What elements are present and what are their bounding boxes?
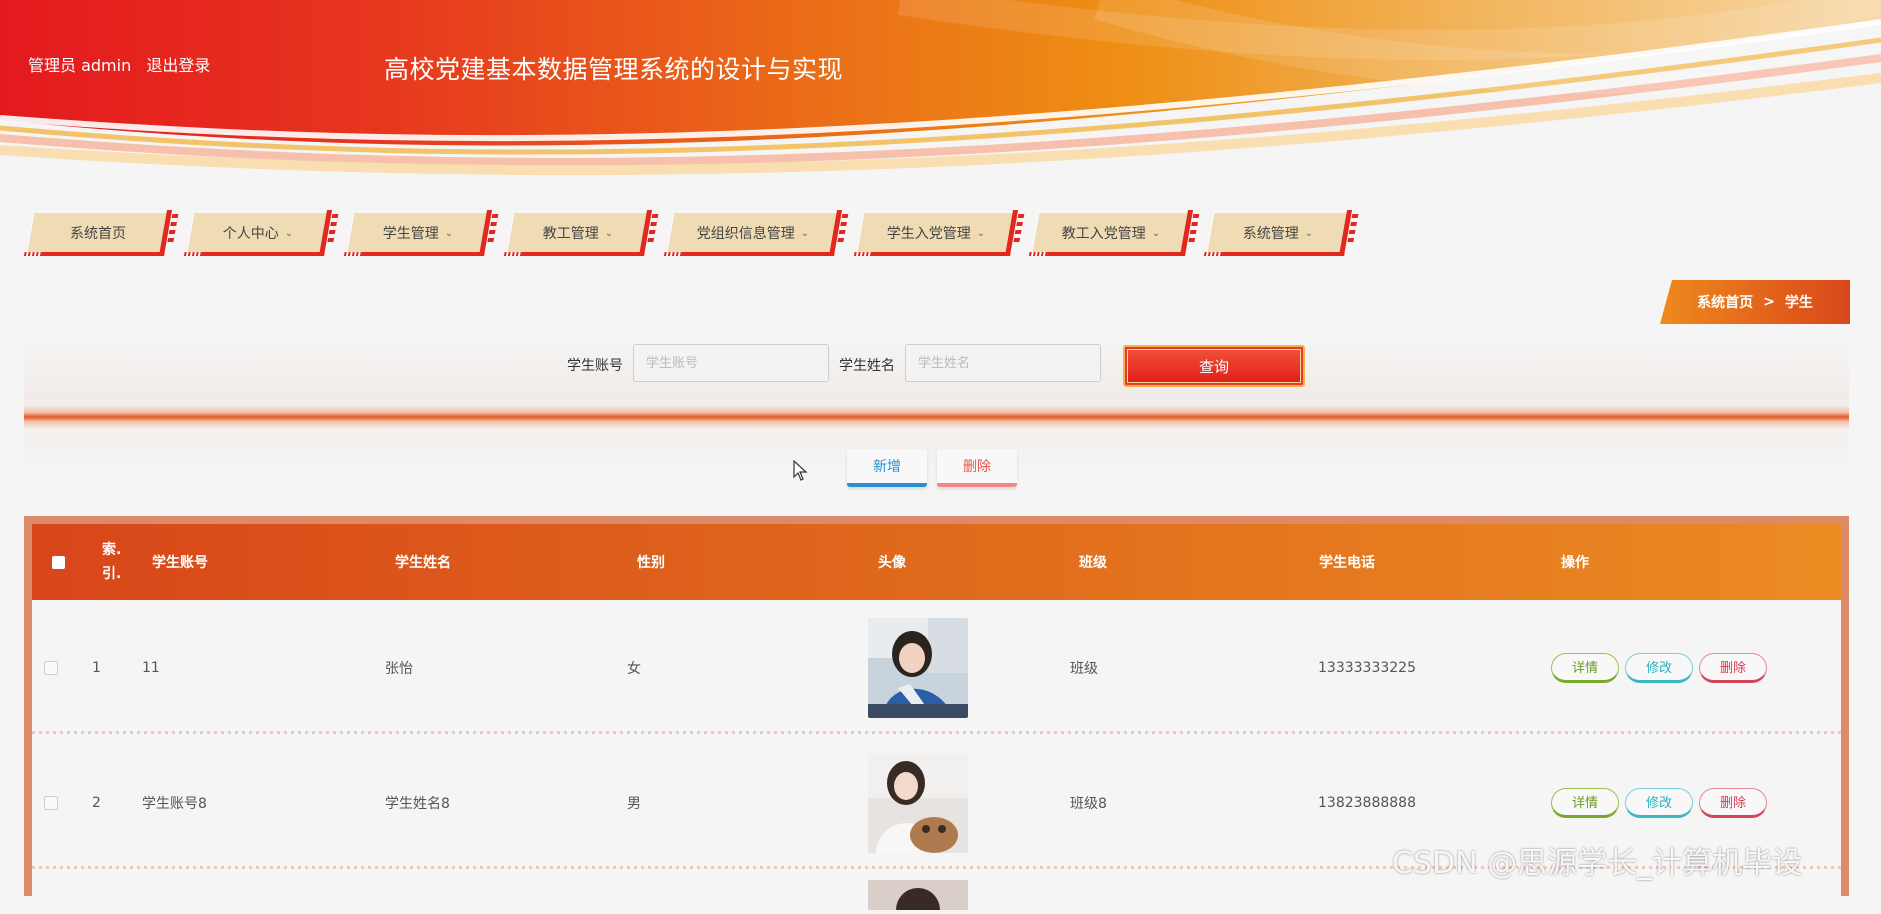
column-header-ops: 操作 bbox=[1561, 555, 1589, 571]
cell-name: 张怡 bbox=[385, 660, 413, 677]
nav-item-label: 系统管理 bbox=[1242, 226, 1299, 242]
student-name-label: 学生姓名 bbox=[839, 358, 895, 374]
site-title: 高校党建基本数据管理系统的设计与实现 bbox=[384, 55, 844, 84]
detail-button[interactable]: 详情 bbox=[1551, 652, 1619, 683]
chevron-down-icon: ⌄ bbox=[976, 227, 986, 239]
student-account-label: 学生账号 bbox=[567, 358, 623, 374]
row-checkbox[interactable] bbox=[44, 600, 58, 735]
chevron-down-icon: ⌄ bbox=[284, 227, 294, 239]
column-header-index: 索. 引. bbox=[102, 542, 122, 582]
nav-item-student-party-joining[interactable]: 学生入党管理 ⌄ bbox=[853, 210, 1019, 256]
cell-avatar bbox=[868, 880, 968, 914]
breadcrumb-separator: > bbox=[1763, 294, 1775, 310]
row-checkbox[interactable] bbox=[44, 735, 58, 870]
table-row: 1 11 张怡 女 班级 13333333225 详情 修改 删除 bbox=[32, 600, 1841, 735]
cell-avatar bbox=[868, 600, 968, 735]
user-area: 管理员 admin 退出登录 bbox=[28, 52, 220, 76]
nav-item-label: 系统首页 bbox=[70, 226, 126, 242]
nav-item-student-management[interactable]: 学生管理 ⌄ bbox=[343, 210, 493, 256]
chevron-down-icon: ⌄ bbox=[604, 227, 614, 239]
nav-item-label: 党组织信息管理 bbox=[696, 226, 795, 242]
cell-account: 11 bbox=[142, 659, 160, 676]
watermark: CSDN @思源学长_计算机毕设 bbox=[1392, 846, 1803, 881]
chevron-down-icon: ⌄ bbox=[800, 227, 810, 239]
select-all-checkbox[interactable] bbox=[52, 524, 65, 600]
column-header-class: 班级 bbox=[1079, 555, 1107, 571]
nav-item-personal-center[interactable]: 个人中心 ⌄ bbox=[183, 210, 333, 256]
nav-item-label: 学生管理 bbox=[382, 226, 439, 242]
chevron-down-icon: ⌄ bbox=[444, 227, 454, 239]
column-header-phone: 学生电话 bbox=[1319, 555, 1375, 571]
breadcrumb: 系统首页 > 学生 bbox=[1660, 280, 1850, 324]
cell-ops: 详情 修改 删除 bbox=[1551, 600, 1773, 735]
column-header-gender: 性别 bbox=[637, 555, 665, 571]
cell-account: 学生账号8 bbox=[142, 795, 207, 812]
delete-button[interactable]: 删除 bbox=[1699, 787, 1767, 818]
nav-item-label: 教工入党管理 bbox=[1061, 226, 1146, 242]
edit-button[interactable]: 修改 bbox=[1625, 652, 1693, 683]
table-header: 索. 引. 学生账号 学生姓名 性别 头像 班级 学生电话 操作 bbox=[32, 524, 1841, 600]
nav-item-label: 学生入党管理 bbox=[886, 226, 971, 242]
delete-button[interactable]: 删除 bbox=[1699, 652, 1767, 683]
mouse-cursor-icon bbox=[793, 460, 808, 481]
banner-wave-decoration bbox=[0, 0, 1881, 185]
student-account-input[interactable] bbox=[633, 344, 829, 382]
cell-avatar bbox=[868, 735, 968, 870]
edit-button[interactable]: 修改 bbox=[1625, 787, 1693, 818]
cell-gender: 女 bbox=[627, 660, 641, 677]
breadcrumb-current: 学生 bbox=[1784, 295, 1813, 311]
nav-item-party-org-management[interactable]: 党组织信息管理 ⌄ bbox=[663, 210, 843, 256]
student-avatar-image bbox=[868, 752, 968, 853]
student-avatar-image bbox=[868, 617, 968, 718]
decorative-divider bbox=[24, 405, 1849, 429]
nav-item-staff-management[interactable]: 教工管理 ⌄ bbox=[503, 210, 653, 256]
add-button[interactable]: 新增 bbox=[847, 449, 927, 487]
logout-link[interactable]: 退出登录 bbox=[146, 56, 210, 75]
cell-index: 1 bbox=[92, 659, 101, 676]
cell-phone: 13333333225 bbox=[1318, 659, 1416, 676]
column-header-name: 学生姓名 bbox=[395, 555, 451, 571]
cell-gender: 男 bbox=[627, 795, 641, 812]
detail-button[interactable]: 详情 bbox=[1551, 787, 1619, 818]
column-header-account: 学生账号 bbox=[152, 555, 208, 571]
chevron-down-icon: ⌄ bbox=[1151, 227, 1161, 239]
cell-class: 班级 bbox=[1070, 660, 1098, 677]
student-avatar-image bbox=[868, 880, 968, 914]
cell-index: 2 bbox=[92, 794, 101, 811]
chevron-down-icon: ⌄ bbox=[1304, 227, 1314, 239]
nav-item-home[interactable]: 系统首页 bbox=[23, 210, 173, 256]
row-divider bbox=[32, 731, 1841, 734]
nav-item-label: 教工管理 bbox=[542, 226, 599, 242]
top-nav: 系统首页 个人中心 ⌄ 学生管理 ⌄ 教工管理 ⌄ 党组织信息管理 ⌄ 学生入党管理 ⌄ … bbox=[23, 210, 1881, 260]
student-name-input[interactable] bbox=[905, 344, 1101, 382]
breadcrumb-home-link[interactable]: 系统首页 bbox=[1697, 292, 1753, 312]
nav-item-staff-party-joining[interactable]: 教工入党管理 ⌄ bbox=[1028, 210, 1194, 256]
cell-name: 学生姓名8 bbox=[385, 795, 450, 812]
header-banner: 管理员 admin 退出登录 高校党建基本数据管理系统的设计与实现 bbox=[0, 0, 1881, 185]
cell-class: 班级8 bbox=[1070, 795, 1107, 812]
query-button[interactable]: 查询 bbox=[1123, 345, 1305, 387]
column-header-avatar: 头像 bbox=[878, 555, 906, 571]
admin-user-label: 管理员 admin bbox=[28, 56, 132, 75]
batch-delete-button[interactable]: 删除 bbox=[937, 449, 1017, 487]
nav-item-label: 个人中心 bbox=[222, 226, 279, 242]
nav-item-system-management[interactable]: 系统管理 ⌄ bbox=[1203, 210, 1353, 256]
